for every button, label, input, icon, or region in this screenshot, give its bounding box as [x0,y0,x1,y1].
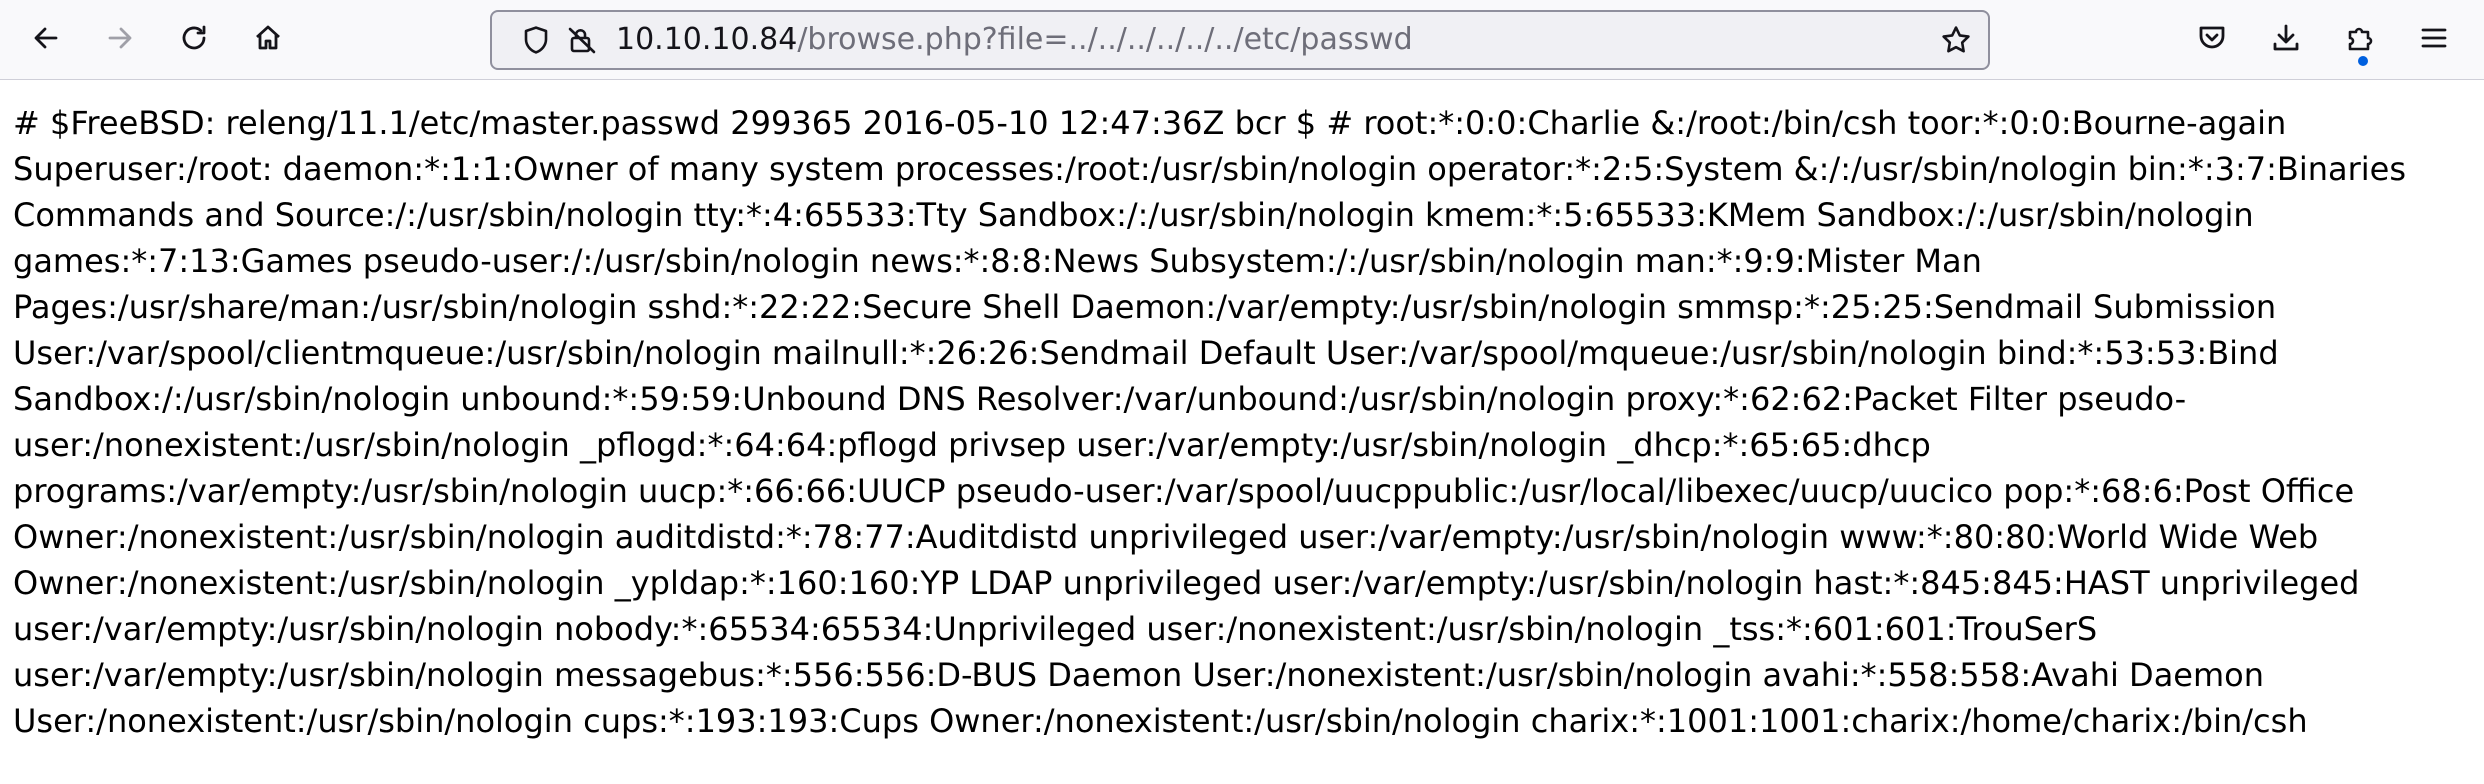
extensions-button[interactable] [2336,16,2384,66]
extension-badge [2358,56,2368,66]
page-content: # $FreeBSD: releng/11.1/etc/master.passw… [13,104,2407,740]
download-icon [2270,22,2302,59]
forward-button[interactable] [96,16,144,64]
back-button[interactable] [22,16,70,64]
menu-button[interactable] [2410,16,2458,64]
reload-button[interactable] [170,16,218,64]
arrow-left-icon [30,22,62,59]
url-host: 10.10.10.84 [616,22,798,57]
url-path: /browse.php?file=../../../../../../etc/p… [797,22,1413,57]
pocket-button[interactable] [2188,16,2236,64]
reload-icon [178,22,210,59]
home-button[interactable] [244,16,292,64]
url-bar[interactable]: 10.10.10.84/browse.php?file=../../../../… [490,10,1990,70]
downloads-button[interactable] [2262,16,2310,64]
lock-warning-icon[interactable] [566,24,598,56]
puzzle-icon [2344,22,2376,59]
arrow-right-icon [104,22,136,59]
hamburger-menu-icon [2418,22,2450,59]
pocket-icon [2196,22,2228,59]
url-text[interactable]: 10.10.10.84/browse.php?file=../../../../… [616,12,1413,68]
star-icon[interactable] [1940,24,1972,56]
home-icon [252,22,284,59]
browser-toolbar: 10.10.10.84/browse.php?file=../../../../… [0,0,2484,80]
shield-icon[interactable] [520,24,552,56]
